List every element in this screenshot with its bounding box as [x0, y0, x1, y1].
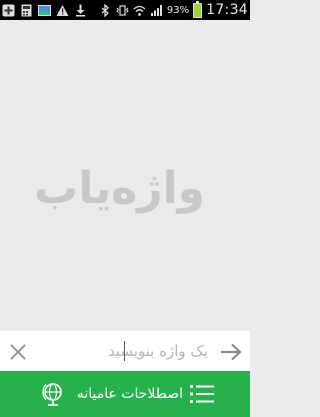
menu-list-icon[interactable]	[190, 383, 214, 405]
search-input[interactable]	[38, 337, 208, 365]
warning-icon	[56, 4, 69, 16]
close-icon	[10, 344, 26, 360]
slang-terms-label: اصطلاحات عامیانه	[76, 386, 183, 402]
vibrate-icon	[116, 4, 129, 16]
globe-icon	[42, 383, 62, 406]
calculator-icon	[21, 4, 32, 16]
battery-percent: 93%	[166, 4, 190, 16]
arrow-right-icon	[221, 343, 242, 361]
wifi-icon	[133, 5, 146, 16]
image-icon	[38, 4, 51, 16]
download-icon	[76, 4, 85, 16]
system-status-icons: 93% 17:34	[99, 0, 248, 20]
app-logo: واژه‌یاب	[34, 163, 205, 214]
main-content: واژه‌یاب	[0, 20, 250, 331]
clear-button[interactable]	[6, 340, 30, 364]
bluetooth-icon	[101, 3, 109, 17]
bottom-bar[interactable]: اصطلاحات عامیانه	[0, 371, 250, 417]
status-bar: 93% 17:34	[0, 0, 250, 20]
text-cursor	[124, 341, 125, 361]
search-bar	[0, 331, 250, 371]
add-notification-icon	[2, 4, 15, 16]
signal-icon	[150, 4, 162, 16]
clock: 17:34	[206, 2, 248, 18]
search-submit-button[interactable]	[218, 340, 244, 364]
battery-icon	[193, 0, 203, 18]
notification-icons	[2, 2, 87, 18]
